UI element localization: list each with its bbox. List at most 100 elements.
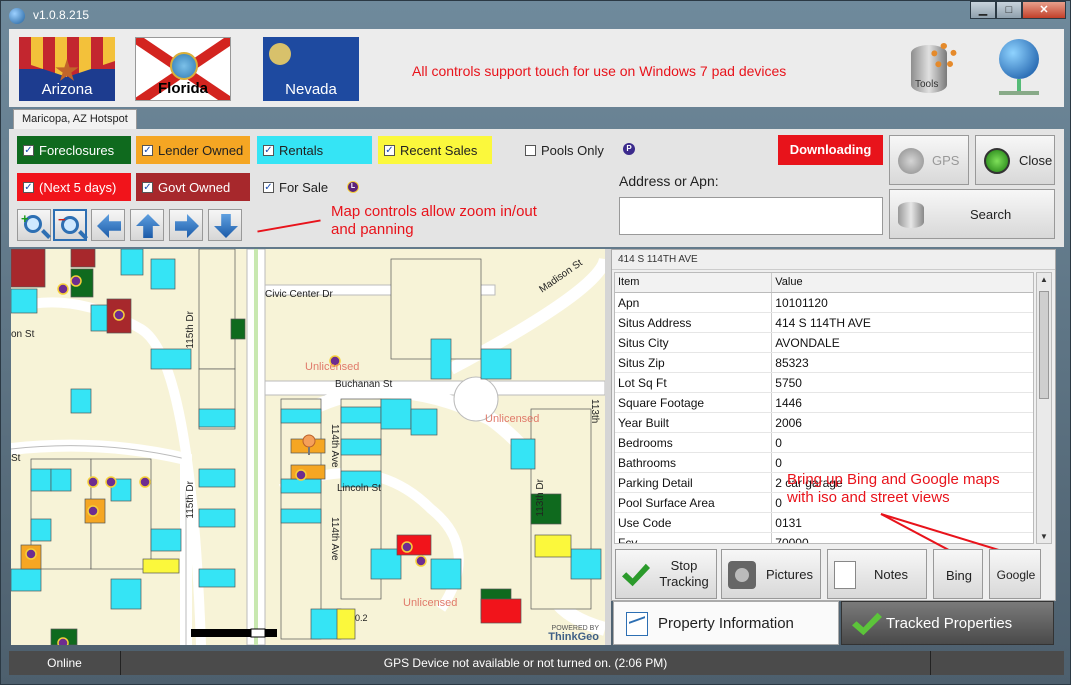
recent-sales-checkbox[interactable]: ✓ Recent Sales: [378, 136, 492, 164]
window-title: v1.0.8.215: [33, 8, 90, 22]
florida-label: Florida: [157, 80, 208, 97]
street-114th-ave-b: 114th Ave: [329, 517, 340, 561]
checkbox-checked-icon: ✓: [23, 144, 34, 156]
parcel-map-canvas: [11, 249, 605, 645]
minimize-button[interactable]: ▁: [970, 1, 996, 19]
arizona-flag-button[interactable]: Arizona: [19, 37, 115, 101]
network-globe-button[interactable]: [995, 37, 1043, 99]
govt-owned-label: Govt Owned: [158, 179, 231, 195]
pools-only-checkbox[interactable]: Pools Only: [519, 136, 615, 164]
item-cell: Bedrooms: [615, 433, 773, 452]
address-input[interactable]: [619, 197, 883, 235]
foreclosures-label: Foreclosures: [39, 142, 115, 158]
google-button[interactable]: Google: [989, 549, 1041, 599]
value-cell: 1446: [775, 396, 802, 410]
globe-base-icon: [999, 91, 1039, 95]
item-cell: Apn: [615, 293, 773, 312]
app-window: v1.0.8.215 ▁ □ ✕ Arizona Florida Nevada …: [0, 0, 1071, 685]
gps-status-message: GPS Device not available or not turned o…: [121, 651, 931, 675]
bing-button[interactable]: Bing: [933, 549, 983, 599]
check-icon: [852, 612, 882, 636]
stop-tracking-label: Stop Tracking: [659, 558, 709, 589]
table-row[interactable]: Use Code 0131: [615, 513, 1033, 533]
search-button[interactable]: Search: [889, 189, 1055, 239]
zoom-out-button[interactable]: −: [53, 209, 87, 241]
pictures-button[interactable]: Pictures: [721, 549, 821, 599]
for-sale-checkbox[interactable]: ✓ For Sale: [257, 173, 347, 201]
globe-icon: [999, 39, 1039, 79]
scroll-up-icon[interactable]: ▲: [1040, 275, 1048, 284]
grid-scrollbar[interactable]: ▲ ▼: [1036, 272, 1052, 544]
street-113th: 113th: [589, 399, 600, 424]
item-cell: Fcv: [615, 533, 773, 543]
table-row[interactable]: Bedrooms 0: [615, 433, 1033, 453]
checkbox-checked-icon: ✓: [142, 144, 153, 156]
table-row[interactable]: Year Built 2006: [615, 413, 1033, 433]
nevada-flag-button[interactable]: Nevada: [263, 37, 359, 101]
next-5-days-checkbox[interactable]: ✓ (Next 5 days): [17, 173, 131, 201]
state-header: Arizona Florida Nevada All controls supp…: [9, 29, 1064, 107]
parcel-map[interactable]: Civic Center Dr Madison St Buchanan St L…: [11, 249, 605, 645]
listing-marker-legend-icon: L: [347, 181, 359, 193]
street-115th-dr-top: 115th Dr: [185, 311, 196, 349]
table-row[interactable]: Lot Sq Ft 5750: [615, 373, 1033, 393]
recent-sales-label: Recent Sales: [400, 142, 478, 158]
tab-maricopa-hotspot[interactable]: Maricopa, AZ Hotspot: [13, 109, 137, 129]
connection-status: Online: [9, 651, 121, 675]
scroll-thumb[interactable]: [1039, 291, 1049, 399]
florida-seal-icon: [170, 52, 198, 80]
table-row[interactable]: Situs Address 414 S 114TH AVE: [615, 313, 1033, 333]
table-row[interactable]: Apn 10101120: [615, 293, 1033, 313]
zoom-in-button[interactable]: +: [17, 209, 51, 241]
item-cell: Bathrooms: [615, 453, 773, 472]
close-window-button[interactable]: ✕: [1022, 1, 1066, 19]
pan-left-button[interactable]: [91, 209, 125, 241]
brand-logo-text: ThinkGeo: [548, 631, 599, 643]
search-label: Search: [970, 207, 1012, 222]
table-row[interactable]: Square Footage 1446: [615, 393, 1033, 413]
unlicensed-label: Unlicensed: [305, 361, 360, 373]
item-cell: Pool Surface Area: [615, 493, 773, 512]
pan-right-button[interactable]: [169, 209, 203, 241]
pan-down-button[interactable]: [208, 209, 242, 241]
gps-label: GPS: [932, 153, 960, 168]
close-label: Close: [1019, 153, 1053, 168]
maximize-button[interactable]: □: [996, 1, 1022, 19]
filter-panel: ✓ Foreclosures ✓ Lender Owned ✓ Rentals ✓ Re…: [9, 129, 1064, 247]
notepad-icon: [834, 561, 856, 589]
stop-tracking-button[interactable]: Stop Tracking: [615, 549, 717, 599]
checkbox-checked-icon: ✓: [263, 181, 274, 193]
nevada-label: Nevada: [285, 81, 337, 98]
item-cell: Situs City: [615, 333, 773, 352]
gps-button[interactable]: GPS: [889, 135, 969, 185]
govt-owned-checkbox[interactable]: ✓ Govt Owned: [136, 173, 250, 201]
unlicensed-label-2: Unlicensed: [485, 413, 540, 425]
column-header-value[interactable]: Value: [772, 273, 1033, 292]
pan-up-button[interactable]: [130, 209, 164, 241]
scroll-down-icon[interactable]: ▼: [1040, 532, 1048, 541]
tab-property-information[interactable]: Property Information: [613, 601, 839, 645]
unlicensed-label-3: Unlicensed: [403, 597, 458, 609]
column-header-item[interactable]: Item: [615, 273, 773, 292]
tab-tracked-properties[interactable]: Tracked Properties: [841, 601, 1054, 645]
florida-flag-button[interactable]: Florida: [135, 37, 231, 101]
table-row[interactable]: Situs Zip 85323: [615, 353, 1033, 373]
close-button[interactable]: Close: [975, 135, 1055, 185]
table-row[interactable]: Bathrooms 0: [615, 453, 1033, 473]
table-row[interactable]: Situs City AVONDALE: [615, 333, 1033, 353]
rentals-checkbox[interactable]: ✓ Rentals: [257, 136, 372, 164]
street-115th-dr-bottom: 115th Dr: [185, 481, 196, 519]
database-search-icon: [898, 202, 924, 228]
foreclosures-checkbox[interactable]: ✓ Foreclosures: [17, 136, 131, 164]
map-attribution: POWERED BY ThinkGeo: [548, 625, 599, 643]
item-cell: Lot Sq Ft: [615, 373, 773, 392]
tools-button[interactable]: Tools: [907, 39, 965, 99]
touch-support-note: All controls support touch for use on Wi…: [412, 63, 787, 79]
map-note-line-2: and panning: [331, 221, 414, 238]
bing-label: Bing: [945, 568, 973, 583]
lender-owned-checkbox[interactable]: ✓ Lender Owned: [136, 136, 250, 164]
notes-button[interactable]: Notes: [827, 549, 927, 599]
value-cell: 85323: [775, 356, 809, 370]
arrow-up-icon: [136, 214, 160, 238]
arrow-left-icon: [97, 214, 121, 238]
